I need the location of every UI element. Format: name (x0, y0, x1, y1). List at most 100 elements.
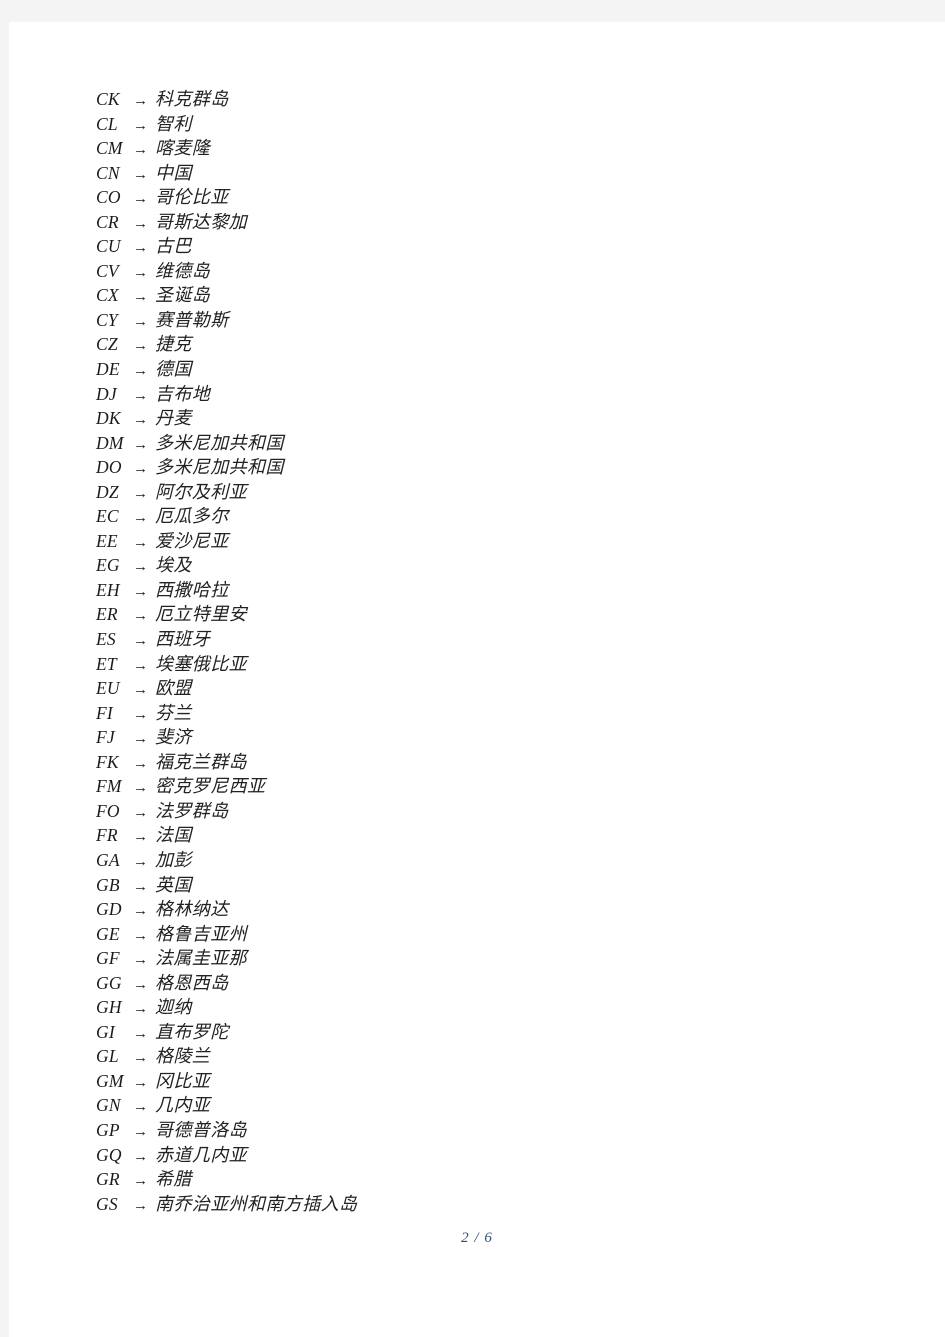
country-name: 厄立特里安 (155, 604, 247, 625)
country-code: GR (96, 1169, 120, 1190)
arrow-icon: → (133, 142, 148, 159)
country-code: DK (96, 408, 121, 429)
country-name: 喀麦隆 (155, 138, 211, 159)
country-code: EU (96, 678, 120, 699)
arrow-icon: → (133, 706, 148, 723)
arrow-icon: → (133, 1123, 148, 1140)
country-code-row: GF → 法属圭亚那 (96, 944, 896, 969)
country-name: 圣诞岛 (155, 285, 211, 306)
country-code-row: DE → 德国 (96, 355, 896, 380)
country-code: CV (96, 260, 119, 281)
country-code: GI (96, 1021, 115, 1042)
country-code-row: GG → 格恩西岛 (96, 969, 896, 994)
country-code: CO (96, 187, 121, 208)
country-code: GG (96, 972, 122, 993)
country-name: 西撒哈拉 (155, 579, 229, 600)
arrow-icon: → (133, 289, 148, 306)
country-code-row: CL → 智利 (96, 110, 896, 135)
country-code-row: CM → 喀麦隆 (96, 134, 896, 159)
country-code-row: GE → 格鲁吉亚州 (96, 920, 896, 945)
arrow-icon: → (133, 461, 148, 478)
arrow-icon: → (133, 338, 148, 355)
country-name: 德国 (155, 359, 192, 380)
country-code-row: CO → 哥伦比亚 (96, 183, 896, 208)
country-name: 吉布地 (155, 383, 211, 404)
country-code-row: CN → 中国 (96, 159, 896, 184)
arrow-icon: → (133, 1025, 148, 1042)
country-code-row: FI → 芬兰 (96, 699, 896, 724)
country-code-row: CY → 赛普勒斯 (96, 306, 896, 331)
country-name: 冈比亚 (155, 1070, 211, 1091)
country-name: 法罗群岛 (155, 800, 229, 821)
country-code-row: GQ → 赤道几内亚 (96, 1141, 896, 1166)
arrow-icon: → (133, 853, 148, 870)
country-code-row: ER → 厄立特里安 (96, 600, 896, 625)
country-code-row: GS → 南乔治亚州和南方插入岛 (96, 1190, 896, 1215)
country-name: 厄瓜多尔 (155, 506, 229, 527)
country-code: EE (96, 530, 118, 551)
arrow-icon: → (133, 412, 148, 429)
country-name: 芬兰 (155, 702, 192, 723)
arrow-icon: → (133, 240, 148, 257)
country-name: 迦纳 (155, 997, 192, 1018)
country-name: 埃及 (155, 555, 192, 576)
country-code: FK (96, 751, 119, 772)
country-name: 南乔治亚州和南方插入岛 (155, 1193, 358, 1214)
arrow-icon: → (133, 510, 148, 527)
country-code-row: FO → 法罗群岛 (96, 797, 896, 822)
country-code-row: EG → 埃及 (96, 551, 896, 576)
country-name: 格鲁吉亚州 (155, 923, 247, 944)
country-code-row: ES → 西班牙 (96, 625, 896, 650)
country-code-row: GM → 冈比亚 (96, 1067, 896, 1092)
arrow-icon: → (133, 485, 148, 502)
country-code: CM (96, 138, 123, 159)
country-name: 丹麦 (155, 408, 192, 429)
country-name: 赛普勒斯 (155, 309, 229, 330)
arrow-icon: → (133, 436, 148, 453)
country-code: GL (96, 1046, 119, 1067)
arrow-icon: → (133, 363, 148, 380)
country-name: 法属圭亚那 (155, 948, 247, 969)
country-code-row: GA → 加彭 (96, 846, 896, 871)
country-name: 密克罗尼西亚 (155, 776, 266, 797)
country-code: GM (96, 1070, 124, 1091)
country-code: DO (96, 457, 122, 478)
country-code-row: EH → 西撒哈拉 (96, 576, 896, 601)
country-code-row: GR → 希腊 (96, 1165, 896, 1190)
country-name: 赤道几内亚 (155, 1144, 247, 1165)
country-code: FO (96, 800, 120, 821)
country-code-row: FJ → 斐济 (96, 723, 896, 748)
arrow-icon: → (133, 903, 148, 920)
country-name: 法国 (155, 825, 192, 846)
country-code-row: EC → 厄瓜多尔 (96, 502, 896, 527)
arrow-icon: → (133, 387, 148, 404)
country-code: CY (96, 309, 118, 330)
country-name: 斐济 (155, 727, 192, 748)
country-code: EC (96, 506, 119, 527)
country-code-row: GL → 格陵兰 (96, 1042, 896, 1067)
country-code: ER (96, 604, 118, 625)
country-name: 多米尼加共和国 (155, 457, 284, 478)
country-code-row: FM → 密克罗尼西亚 (96, 772, 896, 797)
arrow-icon: → (133, 878, 148, 895)
country-code-row: FK → 福克兰群岛 (96, 748, 896, 773)
arrow-icon: → (133, 534, 148, 551)
country-code: GB (96, 874, 120, 895)
arrow-icon: → (133, 215, 148, 232)
arrow-icon: → (133, 976, 148, 993)
country-code-row: CX → 圣诞岛 (96, 281, 896, 306)
arrow-icon: → (133, 1148, 148, 1165)
country-name: 维德岛 (155, 260, 211, 281)
country-code-row: CZ → 捷克 (96, 330, 896, 355)
country-code-row: EU → 欧盟 (96, 674, 896, 699)
arrow-icon: → (133, 93, 148, 109)
country-code-row: EE → 爱沙尼亚 (96, 527, 896, 552)
arrow-icon: → (133, 657, 148, 674)
country-code-list: CK → 科克群岛 CL → 智利 CM → 喀麦隆 CN → 中国 CO → 哥伦比亚 CR → 哥斯达黎加 CU… (96, 85, 896, 1214)
country-code-row: GB → 英国 (96, 871, 896, 896)
arrow-icon: → (133, 1050, 148, 1067)
country-name: 福克兰群岛 (155, 751, 247, 772)
arrow-icon: → (133, 191, 148, 208)
arrow-icon: → (133, 633, 148, 650)
arrow-icon: → (133, 1173, 148, 1190)
